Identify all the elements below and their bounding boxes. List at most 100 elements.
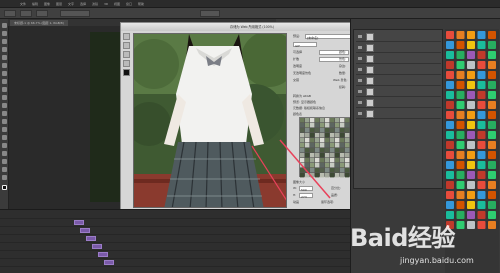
timeline-clip[interactable] xyxy=(80,228,90,233)
style-swatch[interactable] xyxy=(467,141,475,149)
style-swatch[interactable] xyxy=(477,181,486,189)
style-swatch[interactable] xyxy=(467,131,475,139)
style-swatch[interactable] xyxy=(467,111,475,119)
style-swatch[interactable] xyxy=(488,171,496,179)
style-swatch[interactable] xyxy=(456,111,465,119)
visibility-icon[interactable] xyxy=(358,68,362,71)
style-swatch[interactable] xyxy=(467,161,475,169)
timeline-clip[interactable] xyxy=(92,244,102,249)
style-swatch[interactable] xyxy=(446,71,454,79)
layer-row[interactable] xyxy=(356,43,441,53)
layer-row[interactable] xyxy=(356,98,441,108)
style-swatch[interactable] xyxy=(477,51,486,59)
layer-row[interactable] xyxy=(356,76,441,86)
style-swatch[interactable] xyxy=(467,151,475,159)
style-swatch[interactable] xyxy=(477,41,486,49)
style-swatch[interactable] xyxy=(456,171,465,179)
style-swatch[interactable] xyxy=(446,201,454,209)
style-swatch[interactable] xyxy=(446,151,454,159)
layer-row[interactable] xyxy=(356,32,441,42)
style-swatch[interactable] xyxy=(488,51,496,59)
style-swatch[interactable] xyxy=(477,151,486,159)
style-swatch[interactable] xyxy=(446,121,454,129)
style-swatch[interactable] xyxy=(456,71,465,79)
style-swatch[interactable] xyxy=(477,161,486,169)
visibility-icon[interactable] xyxy=(358,112,362,115)
style-swatch[interactable] xyxy=(467,31,475,39)
timeline-clip[interactable] xyxy=(74,220,84,225)
style-swatch[interactable] xyxy=(477,131,486,139)
timeline-clip[interactable] xyxy=(104,260,114,265)
style-swatch[interactable] xyxy=(456,81,465,89)
visibility-icon[interactable] xyxy=(358,79,362,82)
style-swatch[interactable] xyxy=(467,191,475,199)
style-swatch[interactable] xyxy=(456,31,465,39)
style-swatch[interactable] xyxy=(446,161,454,169)
style-swatch[interactable] xyxy=(467,91,475,99)
style-swatch[interactable] xyxy=(467,81,475,89)
style-swatch[interactable] xyxy=(488,71,496,79)
style-swatch[interactable] xyxy=(456,141,465,149)
style-swatch[interactable] xyxy=(467,181,475,189)
style-swatch[interactable] xyxy=(456,91,465,99)
style-swatch[interactable] xyxy=(446,171,454,179)
style-swatch[interactable] xyxy=(456,41,465,49)
timeline-track[interactable] xyxy=(0,236,350,243)
style-swatch[interactable] xyxy=(488,131,496,139)
style-swatch[interactable] xyxy=(488,161,496,169)
style-swatch[interactable] xyxy=(488,41,496,49)
style-swatch[interactable] xyxy=(477,171,486,179)
style-swatch[interactable] xyxy=(456,201,465,209)
style-swatch[interactable] xyxy=(488,181,496,189)
style-swatch[interactable] xyxy=(467,71,475,79)
style-swatch[interactable] xyxy=(456,181,465,189)
layer-row[interactable] xyxy=(356,65,441,75)
style-swatch[interactable] xyxy=(477,141,486,149)
visibility-icon[interactable] xyxy=(358,35,362,38)
style-swatch[interactable] xyxy=(488,201,496,209)
style-swatch[interactable] xyxy=(456,61,465,69)
style-swatch[interactable] xyxy=(467,51,475,59)
style-swatch[interactable] xyxy=(456,101,465,109)
style-swatch[interactable] xyxy=(477,101,486,109)
visibility-icon[interactable] xyxy=(358,46,362,49)
timeline-track[interactable] xyxy=(0,244,350,251)
style-swatch[interactable] xyxy=(488,141,496,149)
style-swatch[interactable] xyxy=(477,31,486,39)
style-swatch[interactable] xyxy=(446,131,454,139)
style-swatch[interactable] xyxy=(477,61,486,69)
style-swatch[interactable] xyxy=(488,31,496,39)
style-swatch[interactable] xyxy=(456,191,465,199)
style-swatch[interactable] xyxy=(456,131,465,139)
style-swatch[interactable] xyxy=(456,121,465,129)
timeline-clip[interactable] xyxy=(98,252,108,257)
style-swatch[interactable] xyxy=(488,101,496,109)
style-swatch[interactable] xyxy=(488,151,496,159)
timeline-ruler[interactable] xyxy=(0,212,350,219)
style-swatch[interactable] xyxy=(467,41,475,49)
style-swatch[interactable] xyxy=(467,61,475,69)
layer-row[interactable] xyxy=(356,109,441,119)
style-swatch[interactable] xyxy=(477,71,486,79)
timeline-clip[interactable] xyxy=(86,236,96,241)
visibility-icon[interactable] xyxy=(358,101,362,104)
layer-row[interactable] xyxy=(356,54,441,64)
style-swatch[interactable] xyxy=(456,51,465,59)
style-swatch[interactable] xyxy=(446,51,454,59)
style-swatch[interactable] xyxy=(446,31,454,39)
style-swatch[interactable] xyxy=(446,91,454,99)
style-swatch[interactable] xyxy=(488,61,496,69)
timeline-track[interactable] xyxy=(0,220,350,227)
style-swatch[interactable] xyxy=(477,91,486,99)
style-swatch[interactable] xyxy=(446,61,454,69)
style-swatch[interactable] xyxy=(467,121,475,129)
layer-row[interactable] xyxy=(356,87,441,97)
style-swatch[interactable] xyxy=(446,81,454,89)
style-swatch[interactable] xyxy=(488,121,496,129)
style-swatch[interactable] xyxy=(477,111,486,119)
style-swatch[interactable] xyxy=(446,101,454,109)
style-swatch[interactable] xyxy=(477,81,486,89)
style-swatch[interactable] xyxy=(446,41,454,49)
style-swatch[interactable] xyxy=(477,201,486,209)
style-swatch[interactable] xyxy=(488,111,496,119)
